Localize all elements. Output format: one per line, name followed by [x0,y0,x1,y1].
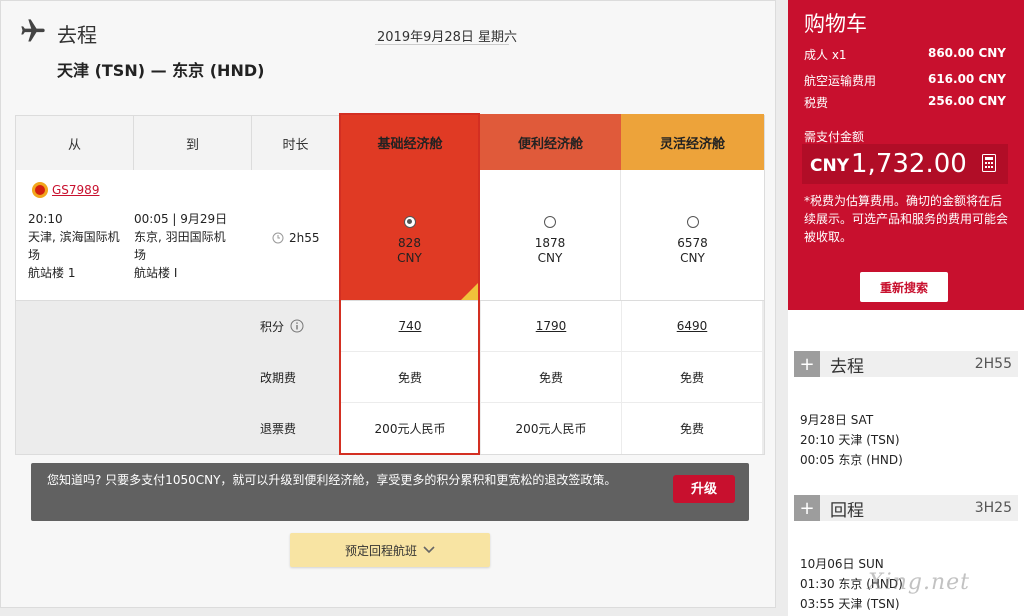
fare-option-flexible[interactable]: 6578 CNY [621,170,764,304]
summary-outbound-date: 9月28日 SAT [800,413,874,427]
fare-option-convenient[interactable]: 1878 CNY [480,170,621,304]
route-title: 天津 (TSN) — 东京 (HND) [57,61,265,80]
plane-icon [21,19,45,42]
segment-title: 去程 [57,23,97,47]
calculator-icon[interactable] [982,154,996,172]
total-amount: CNY 1,732.00 [802,144,1008,184]
dep-place: 天津, 滨海国际机 [28,230,120,244]
flight-number[interactable]: GS7989 [32,182,99,198]
points-basic[interactable]: 740 [340,301,480,351]
fare-header-convenient[interactable]: 便利经济舱 [480,114,621,170]
research-button[interactable]: 重新搜索 [860,272,948,302]
fare-radio-convenient[interactable] [544,216,556,228]
refund-fee-convenient: 200元人民币 [481,403,621,454]
expand-inbound-icon[interactable]: + [794,495,820,521]
points-label: 积分 [260,319,285,334]
summary-outbound-details: 9月28日 SAT 20:10 天津 (TSN) 00:05 东京 (HND) [800,410,903,470]
fare-price-convenient: 1878 [534,236,566,250]
row-label-points: 积分 [250,301,340,351]
dep-place-cont: 场 [28,248,41,262]
change-fee-basic: 免费 [340,352,480,402]
cart-line-transport: 航空运输费用 616.00 CNY [804,72,1006,88]
fare-header-basic[interactable]: 基础经济舱 [340,114,480,170]
expand-outbound-icon[interactable]: + [794,351,820,377]
total-currency: CNY [810,156,850,176]
change-fee-convenient: 免费 [481,352,621,402]
row-label-refund-fee: 退票费 [260,422,297,436]
departure-info: 20:10 天津, 滨海国际机 场 航站楼 1 [28,210,138,282]
info-icon[interactable] [290,319,304,333]
flight-selection-panel: 去程 2019年9月28日 星期六 天津 (TSN) — 东京 (HND) 从 … [0,0,776,608]
fare-table: 从 到 时长 基础经济舱 便利经济舱 灵活经济舱 GS7989 20:10 天津… [15,114,765,455]
row-label-change-fee: 改期费 [260,370,297,385]
arr-time: 00:05 | 9月29日 [134,212,228,226]
dep-time: 20:10 [28,212,63,226]
fare-currency-flexible: CNY [680,251,705,265]
refund-fee-flexible: 免费 [622,403,762,454]
change-fee-flexible: 免费 [622,352,762,402]
duration-value: 2h55 [289,231,320,245]
upgrade-button[interactable]: 升级 [673,475,735,503]
date-underline [375,44,509,45]
summary-inbound-title: 回程 [830,500,864,521]
watermark-text: Xing.net [868,570,970,595]
fare-currency-basic: CNY [397,251,422,265]
shopping-cart: 购物车 成人 x1 860.00 CNY 航空运输费用 616.00 CNY 税费 2… [788,0,1024,310]
dep-terminal: 航站楼 1 [28,266,76,280]
arr-terminal: 航站楼 I [134,266,178,280]
summary-outbound-dep: 20:10 天津 (TSN) [800,433,900,447]
book-return-button[interactable]: 预定回程航班 [290,533,490,567]
fare-price-basic: 828 [398,236,421,250]
summary-outbound-duration: 2H55 [974,356,1012,372]
cart-line-adult: 成人 x1 860.00 CNY [804,46,1006,62]
header-to: 到 [134,116,252,170]
tax-note: *税费为估算费用。确切的金额将在后续展示。可选产品和服务的费用可能会被收取。 [804,194,1009,244]
arr-place: 东京, 羽田国际机 [134,230,226,244]
points-flexible[interactable]: 6490 [622,301,762,351]
book-return-label: 预定回程航班 [344,543,417,558]
clock-icon [272,232,284,244]
summary-outbound-title: 去程 [830,356,864,377]
fare-header-flexible[interactable]: 灵活经济舱 [621,114,764,170]
amount-due-label: 需支付金额 [804,130,865,144]
flight-number-link[interactable]: GS7989 [52,183,99,197]
summary-outbound-arr: 00:05 东京 (HND) [800,453,903,467]
summary-inbound-duration: 3H25 [974,500,1012,516]
summary-inbound-arr: 03:55 天津 (TSN) [800,597,900,611]
upgrade-banner: 您知道吗? 只要多支付1050CNY，就可以升级到便利经济舱，享受更多的积分累积… [31,463,749,521]
upgrade-message: 您知道吗? 只要多支付1050CNY，就可以升级到便利经济舱，享受更多的积分累积… [47,473,617,487]
airline-logo-icon [32,182,48,198]
fare-radio-flexible[interactable] [686,216,699,228]
fare-radio-basic[interactable] [403,216,416,228]
chevron-down-icon [423,546,435,554]
fare-price-flexible: 6578 [677,236,708,250]
fare-option-basic[interactable]: 828 CNY [340,170,480,304]
arr-place-cont: 场 [134,248,147,262]
cart-line-tax: 税费 256.00 CNY [804,94,1006,110]
refund-fee-basic: 200元人民币 [340,403,480,454]
summary-outbound-header[interactable]: + 去程 2H55 [794,350,1018,378]
header-from: 从 [16,116,134,170]
fare-currency-convenient: CNY [537,251,563,265]
total-value: 1,732.00 [851,149,967,179]
flight-duration: 2h55 [272,229,320,247]
segment-date: 2019年9月28日 星期六 [377,30,518,45]
cart-title: 购物车 [804,12,867,36]
summary-inbound-header[interactable]: + 回程 3H25 [794,494,1018,522]
arrival-info: 00:05 | 9月29日 东京, 羽田国际机 场 航站楼 I [134,210,252,282]
header-duration: 时长 [252,116,340,170]
points-convenient[interactable]: 1790 [481,301,621,351]
